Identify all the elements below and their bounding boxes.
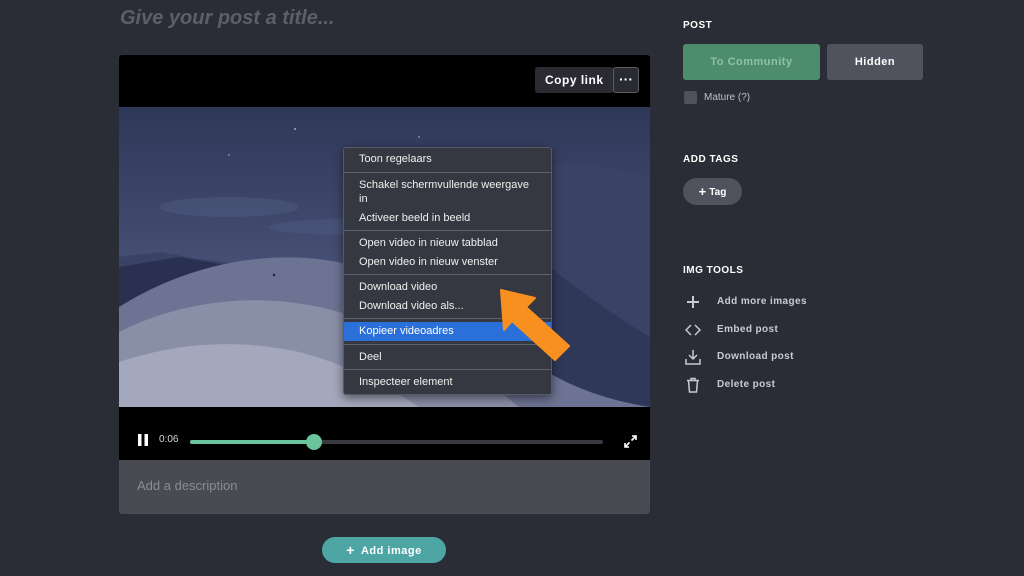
add-image-button[interactable]: + Add image: [322, 537, 446, 563]
context-menu-item[interactable]: Toon regelaars: [344, 150, 551, 169]
add-tag-button[interactable]: + Tag: [683, 178, 742, 205]
menu-separator: [344, 171, 551, 173]
orange-arrow-icon: [500, 289, 570, 361]
menu-separator: [344, 274, 551, 275]
video-controls: 0:06: [119, 407, 650, 460]
plus-icon: +: [698, 184, 707, 199]
post-heading: POST: [683, 20, 713, 31]
to-community-button[interactable]: To Community: [683, 44, 820, 80]
hidden-button[interactable]: Hidden: [827, 44, 923, 80]
plus-icon: +: [346, 542, 355, 558]
menu-separator: [344, 369, 551, 370]
pause-icon[interactable]: [137, 434, 149, 446]
img-tools-heading: IMG TOOLS: [683, 265, 744, 276]
post-title-input[interactable]: [120, 4, 640, 32]
context-menu-item[interactable]: Open video in nieuw tabblad: [344, 234, 551, 253]
tags-heading: ADD TAGS: [683, 154, 739, 165]
trash-icon: [687, 377, 699, 393]
mature-checkbox[interactable]: [684, 91, 697, 104]
context-menu-item[interactable]: Open video in nieuw venster: [344, 253, 551, 272]
plus-icon: [687, 296, 699, 308]
progress-fill: [190, 440, 314, 444]
copy-link-button[interactable]: Copy link: [535, 67, 614, 93]
context-menu-item[interactable]: Inspecteer element: [344, 373, 551, 392]
download-icon: [685, 350, 701, 365]
progress-handle[interactable]: [305, 434, 322, 450]
context-menu-item[interactable]: Activeer beeld in beeld: [344, 209, 551, 228]
mature-label: Mature (?): [704, 92, 751, 103]
fullscreen-icon[interactable]: [624, 435, 637, 448]
menu-separator: [344, 230, 551, 231]
more-options-button[interactable]: ···: [613, 67, 639, 93]
description-field[interactable]: Add a description: [119, 460, 650, 514]
current-time: 0:06: [159, 434, 179, 445]
code-icon: [685, 324, 701, 336]
context-menu-item[interactable]: Schakel schermvullende weergave in: [344, 176, 551, 209]
progress-bar[interactable]: [190, 434, 603, 450]
